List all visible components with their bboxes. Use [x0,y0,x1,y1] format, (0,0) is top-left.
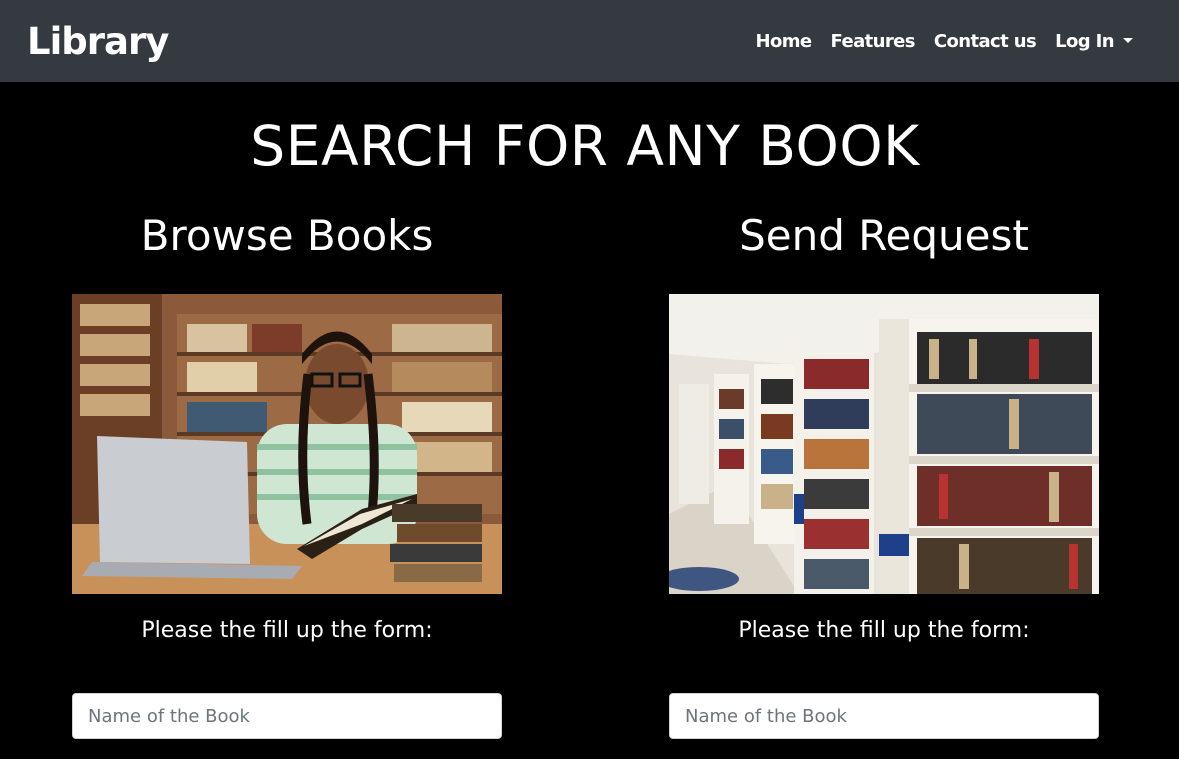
library-shelves-image [669,294,1099,594]
browse-book-name-input[interactable] [72,693,502,739]
request-form-label: Please the fill up the form: [738,618,1030,643]
nav-login-label: Log In [1055,30,1115,52]
browse-books-section: Browse Books Please the fill up the form… [72,208,502,739]
nav-link-features[interactable]: Features [831,31,916,52]
caret-down-icon [1123,37,1133,43]
browse-form-label: Please the fill up the form: [141,618,433,643]
brand-logo[interactable]: Library [27,20,169,63]
send-request-section: Send Request Please the fill up the form… [669,208,1099,739]
nav-dropdown-login[interactable]: Log In [1055,31,1133,52]
page-title: SEARCH FOR ANY BOOK [250,114,920,178]
browse-books-title: Browse Books [140,211,434,260]
nav-link-home[interactable]: Home [756,31,813,52]
send-request-title: Send Request [739,211,1029,260]
request-book-name-input[interactable] [669,693,1099,739]
nav-links: Home Features Contact us Log In [756,31,1133,52]
navbar: Library Home Features Contact us Log In [0,0,1179,82]
nav-link-contact[interactable]: Contact us [934,31,1037,52]
reading-woman-image [72,294,502,594]
